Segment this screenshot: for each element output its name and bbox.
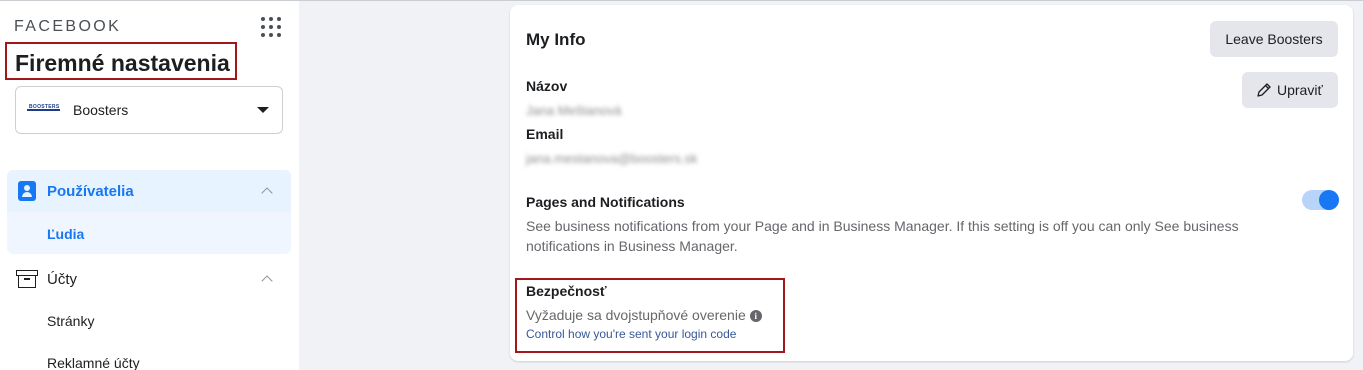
business-account-selector[interactable]: BOOSTERS Boosters bbox=[15, 86, 283, 134]
info-icon[interactable]: i bbox=[749, 310, 762, 322]
email-label: Email bbox=[526, 126, 564, 142]
sidebar-section-accounts[interactable]: Účty bbox=[7, 259, 291, 299]
user-badge-icon bbox=[18, 181, 36, 201]
pencil-icon bbox=[1257, 83, 1271, 97]
notifications-toggle[interactable] bbox=[1302, 190, 1339, 210]
sidebar-item-pages[interactable]: Stránky bbox=[47, 313, 94, 329]
sidebar-section-users[interactable]: Používatelia bbox=[7, 170, 291, 212]
login-code-link[interactable]: Control how you're sent your login code bbox=[526, 327, 736, 341]
edit-button[interactable]: Upraviť bbox=[1242, 72, 1338, 108]
notifications-label: Pages and Notifications bbox=[526, 194, 685, 210]
security-section: Bezpečnosť Vyžaduje sa dvojstupňové over… bbox=[515, 278, 785, 353]
email-value: jana.mestanova@boosters.sk bbox=[526, 151, 698, 166]
leave-business-button[interactable]: Leave Boosters bbox=[1210, 21, 1338, 57]
security-label: Bezpečnosť bbox=[526, 283, 607, 299]
sidebar-item-people-label: Ľudia bbox=[47, 226, 85, 242]
business-account-name: Boosters bbox=[73, 102, 129, 118]
chevron-up-icon bbox=[261, 275, 273, 287]
page-title: Firemné nastavenia bbox=[5, 42, 237, 80]
business-logo: BOOSTERS bbox=[27, 104, 60, 116]
card-title: My Info bbox=[526, 30, 586, 49]
facebook-brand: FACEBOOK bbox=[14, 18, 122, 35]
sidebar-item-ad-accounts[interactable]: Reklamné účty bbox=[47, 355, 140, 370]
name-value: Jana Meštanová bbox=[526, 103, 622, 118]
sidebar-section-users-label: Používatelia bbox=[47, 183, 134, 200]
edit-button-label: Upraviť bbox=[1277, 82, 1323, 98]
caret-down-icon bbox=[257, 107, 269, 113]
sidebar-section-accounts-label: Účty bbox=[47, 271, 77, 288]
notifications-description: See business notifications from your Pag… bbox=[526, 218, 1239, 254]
toggle-knob bbox=[1319, 190, 1339, 210]
name-label: Názov bbox=[526, 78, 568, 94]
sidebar: FACEBOOK Firemné nastavenia BOOSTERS Boo… bbox=[0, 1, 299, 370]
two-factor-requirement: Vyžaduje sa dvojstupňové overenie i bbox=[526, 307, 762, 323]
archive-box-icon bbox=[16, 270, 38, 288]
chevron-up-icon bbox=[261, 187, 273, 199]
sidebar-item-people[interactable]: Ľudia bbox=[7, 212, 291, 254]
two-factor-requirement-text: Vyžaduje sa dvojstupňové overenie bbox=[526, 307, 746, 323]
apps-grid-icon[interactable] bbox=[261, 17, 281, 37]
